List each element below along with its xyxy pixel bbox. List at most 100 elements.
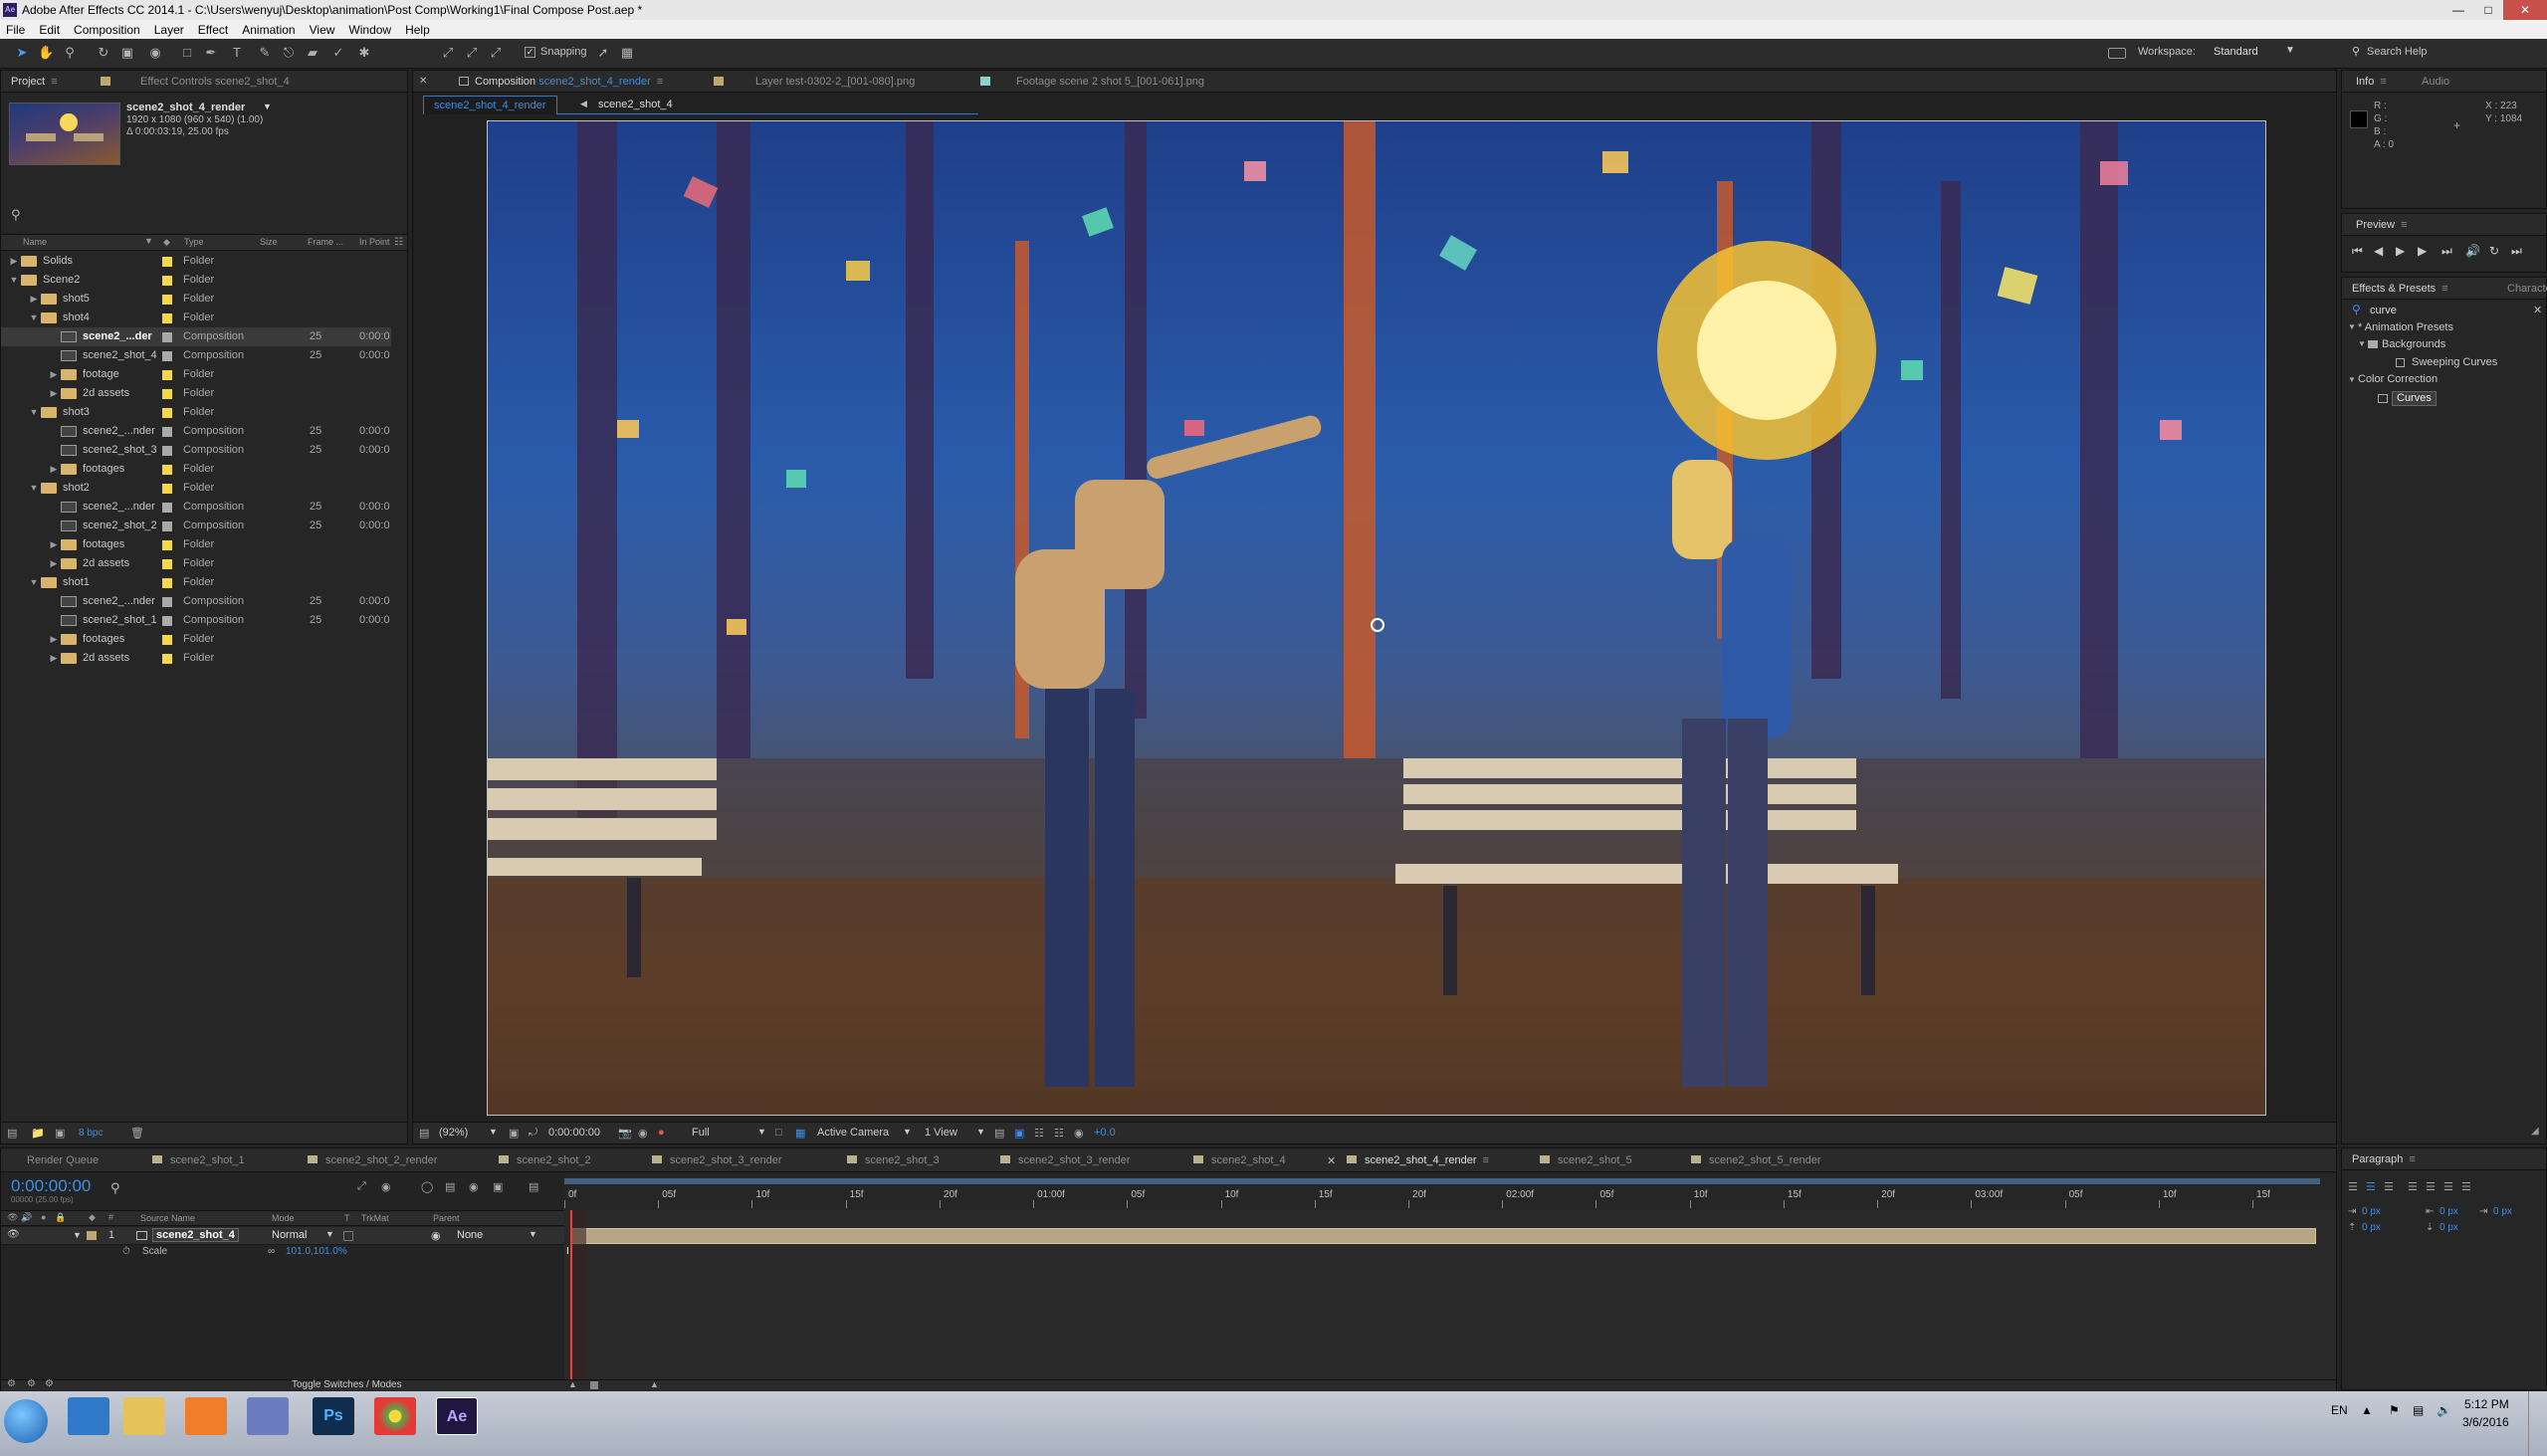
resolution-dropdown[interactable]: Full [692, 1127, 710, 1139]
track-area[interactable]: I [564, 1210, 2336, 1389]
effects-item-sweeping-curves[interactable]: Sweeping Curves [2412, 356, 2497, 368]
expand-triangle-icon[interactable]: ▼ [2358, 339, 2366, 348]
label-color-swatch[interactable] [162, 578, 172, 588]
chevron-down-icon[interactable]: ▼ [489, 1127, 498, 1137]
tab-info[interactable]: Info ≡ [2356, 71, 2387, 93]
effects-item-backgrounds[interactable]: Backgrounds [2382, 338, 2445, 350]
tab-render-queue[interactable]: Render Queue [27, 1154, 99, 1166]
menu-help[interactable]: Help [405, 23, 430, 37]
project-folder-row[interactable]: ▶ footages Folder [1, 535, 391, 554]
tab-scene2-shot-5-render[interactable]: scene2_shot_5_render [1691, 1154, 1821, 1166]
toggle-pixel-aspect-icon[interactable]: ▤ [994, 1127, 1004, 1140]
play-icon[interactable]: ▶ [2396, 244, 2405, 258]
close-button[interactable]: ✕ [2503, 0, 2547, 20]
type-tool-icon[interactable]: T [229, 45, 245, 61]
expand-triangle-icon[interactable]: ▶ [49, 554, 59, 573]
rotate-tool-icon[interactable]: ↻ [96, 45, 111, 61]
show-desktop-button[interactable] [2528, 1391, 2547, 1456]
expand-triangle-icon[interactable]: ▼ [29, 403, 39, 422]
workspace-icon[interactable] [2108, 48, 2126, 59]
tab-scene2-shot-4[interactable]: scene2_shot_4 [1193, 1154, 1286, 1166]
layer-name[interactable]: scene2_shot_4 [152, 1228, 239, 1242]
flowchart-icon[interactable]: ☷ [394, 237, 403, 248]
menu-edit[interactable]: Edit [39, 23, 60, 37]
label-column-icon[interactable]: ◆ [163, 237, 170, 248]
zoom-out-icon[interactable]: ▲ [568, 1379, 577, 1389]
fast-previews-icon[interactable]: ▣ [1014, 1127, 1024, 1140]
panel-menu-icon[interactable]: ≡ [2401, 214, 2407, 236]
project-folder-row[interactable]: ▶ footages Folder [1, 460, 391, 479]
label-color-swatch[interactable] [162, 540, 172, 550]
align-center-icon[interactable]: ☰ [2366, 1180, 2376, 1193]
project-folder-row[interactable]: ▼ shot2 Folder [1, 479, 391, 498]
effects-item-color-correction[interactable]: Color Correction [2358, 373, 2438, 385]
align-right-icon[interactable]: ☰ [2384, 1180, 2394, 1193]
snap-option-icon[interactable]: ➚ [595, 45, 611, 61]
snap-target-icon[interactable]: ▦ [619, 45, 635, 61]
label-color-swatch[interactable] [162, 313, 172, 323]
camera-tool-icon[interactable]: ▣ [119, 45, 135, 61]
tab-character[interactable]: Character [2507, 278, 2547, 300]
tab-composition[interactable]: Composition scene2_shot_4_render ≡ [475, 71, 663, 93]
in-out-icon[interactable]: ⚙ [45, 1378, 54, 1389]
col-type[interactable]: Type [184, 237, 204, 247]
menu-animation[interactable]: Animation [242, 23, 295, 37]
tab-effects-presets[interactable]: Effects & Presets ≡ [2352, 278, 2448, 300]
audio-icon[interactable]: 🔊 [21, 1212, 32, 1223]
brush-tool-icon[interactable]: ✎ [257, 45, 273, 61]
next-frame-icon[interactable]: ▶ [2418, 244, 2427, 258]
expand-triangle-icon[interactable]: ▼ [73, 1230, 82, 1240]
layer-number-icon[interactable]: # [108, 1212, 113, 1222]
toggle-switches-modes-button[interactable]: Toggle Switches / Modes [292, 1379, 402, 1390]
motion-blur-icon[interactable]: ◉ [469, 1180, 479, 1193]
internet-explorer-icon[interactable] [68, 1397, 109, 1435]
menu-file[interactable]: File [6, 23, 25, 37]
views-dropdown[interactable]: 1 View [925, 1127, 957, 1139]
transfer-controls-icon[interactable]: ⚙ [27, 1378, 36, 1389]
zoom-slider[interactable] [590, 1381, 598, 1389]
close-icon[interactable]: ✕ [419, 76, 427, 87]
tab-scene2-shot-2-render[interactable]: scene2_shot_2_render [308, 1154, 438, 1166]
project-comp-row[interactable]: scene2_shot_4 Composition 25 0:00:0 [1, 346, 391, 365]
solo-icon[interactable]: ● [41, 1212, 46, 1222]
col-size[interactable]: Size [260, 237, 278, 247]
tab-scene2-shot-3[interactable]: scene2_shot_3 [847, 1154, 940, 1166]
clear-search-icon[interactable]: ✕ [2533, 304, 2542, 316]
chrome-icon[interactable] [374, 1397, 416, 1435]
resize-grip-icon[interactable]: ◢ [2531, 1126, 2539, 1137]
panel-menu-icon[interactable]: ≡ [2380, 71, 2386, 93]
menu-layer[interactable]: Layer [154, 23, 184, 37]
indent-left-value[interactable]: 0 px [2362, 1206, 2381, 1217]
tab-scene2-shot-3-render-b[interactable]: scene2_shot_3_render [1000, 1154, 1131, 1166]
new-composition-icon[interactable]: ▣ [55, 1127, 65, 1140]
chevron-down-icon[interactable]: ▼ [263, 102, 272, 111]
project-folder-row[interactable]: ▶ 2d assets Folder [1, 384, 391, 403]
clock-date[interactable]: 3/6/2016 [2462, 1415, 2509, 1429]
panel-menu-icon[interactable]: ≡ [2409, 1148, 2415, 1170]
effects-item-animation-presets[interactable]: * Animation Presets [2358, 321, 2453, 333]
region-of-interest-icon[interactable]: □ [775, 1127, 782, 1139]
project-folder-row[interactable]: ▶ footages Folder [1, 630, 391, 649]
expand-triangle-icon[interactable]: ▶ [49, 460, 59, 479]
project-comp-row[interactable]: scene2_...nder Composition 25 0:00:0 [1, 498, 391, 517]
panel-menu-icon[interactable]: ≡ [657, 71, 663, 93]
label-color-swatch[interactable] [162, 276, 172, 286]
keyframe-icon[interactable]: I [566, 1246, 569, 1257]
minimize-button[interactable]: — [2443, 0, 2473, 20]
expand-triangle-icon[interactable]: ▶ [49, 384, 59, 403]
label-color-swatch[interactable] [162, 332, 172, 342]
interpret-footage-icon[interactable]: ▤ [7, 1127, 17, 1140]
project-folder-row[interactable]: ▶ 2d assets Folder [1, 554, 391, 573]
pickwhip-icon[interactable]: ◉ [431, 1229, 441, 1242]
preserve-transparency-checkbox[interactable] [343, 1231, 353, 1241]
col-trkmat[interactable]: TrkMat [361, 1213, 389, 1223]
expand-triangle-icon[interactable]: ▶ [49, 535, 59, 554]
space-before-value[interactable]: 0 px [2362, 1222, 2381, 1233]
col-source-name[interactable]: Source Name [140, 1213, 195, 1223]
project-comp-row[interactable]: scene2_shot_1 Composition 25 0:00:0 [1, 611, 391, 630]
zoom-tool-icon[interactable]: ⚲ [62, 45, 78, 61]
expand-triangle-icon[interactable]: ▶ [49, 649, 59, 668]
file-explorer-icon[interactable] [123, 1397, 165, 1435]
composition-mini-flowchart-icon[interactable]: ⤢ [357, 1180, 366, 1193]
tab-scene2-shot-2[interactable]: scene2_shot_2 [499, 1154, 591, 1166]
